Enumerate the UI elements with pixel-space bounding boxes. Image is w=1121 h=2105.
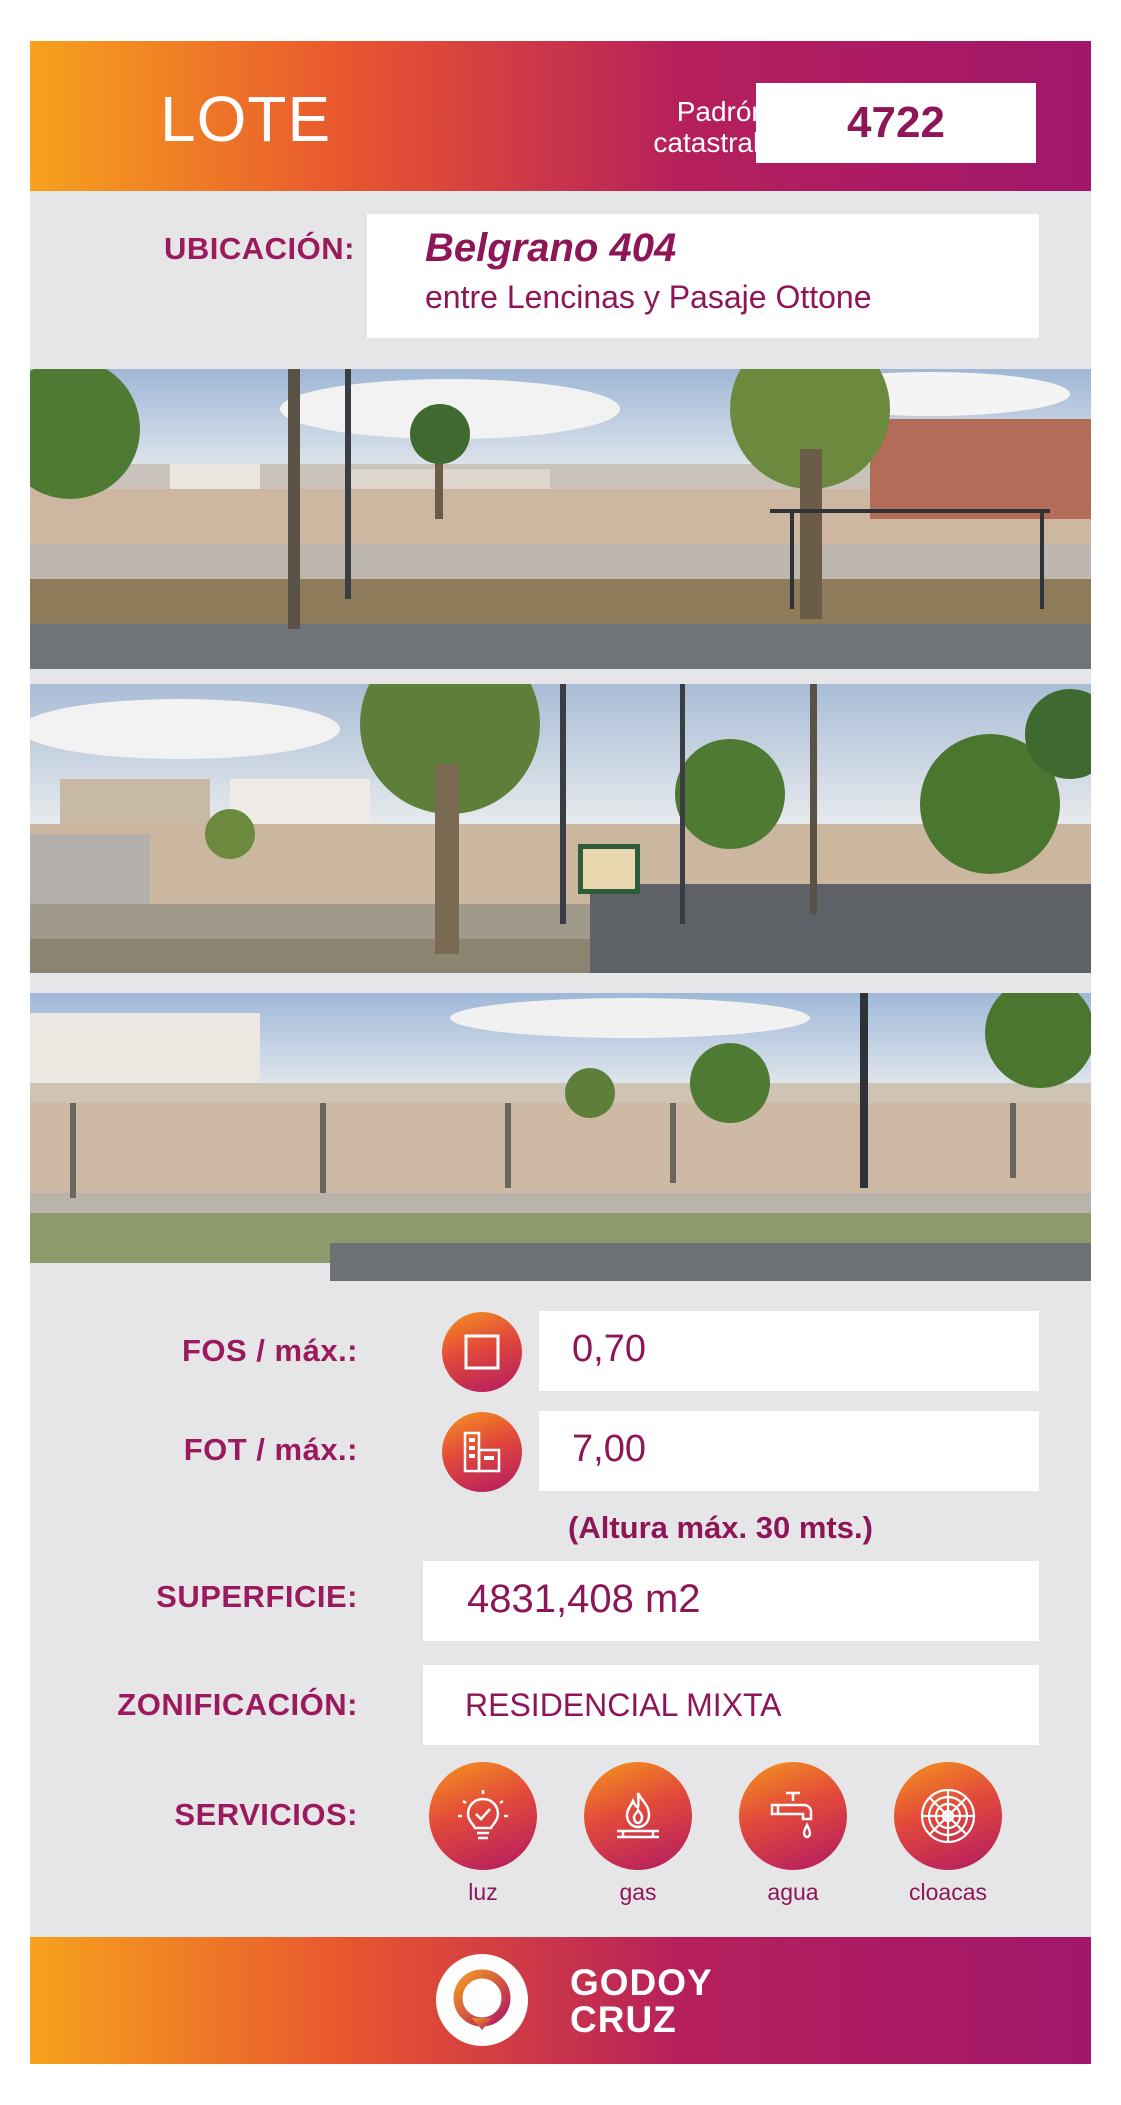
- street-view-photo-3: [30, 993, 1091, 1281]
- fos-value-box: 0,70: [539, 1311, 1039, 1391]
- footer-banner: GODOY CRUZ: [30, 1937, 1091, 2064]
- fot-height-note: (Altura máx. 30 mts.): [568, 1510, 873, 1545]
- godoy-cruz-logo: [436, 1954, 528, 2046]
- street-view-photo-2: [30, 684, 1091, 973]
- brand-name: GODOY CRUZ: [570, 1962, 713, 2040]
- service-label-cloacas: cloacas: [909, 1879, 987, 1905]
- zonificacion-label: ZONIFICACIÓN:: [117, 1687, 358, 1722]
- servicios-label: SERVICIOS:: [174, 1797, 358, 1832]
- padron-label: Padrón catastral:: [653, 96, 767, 158]
- fot-label: FOT / máx.:: [183, 1432, 358, 1467]
- ubicacion-street: Belgrano 404: [425, 226, 677, 270]
- fot-value: 7,00: [572, 1428, 646, 1470]
- service-label-gas: gas: [619, 1879, 657, 1905]
- fos-value: 0,70: [572, 1328, 646, 1370]
- street-view-photo-1: [30, 369, 1091, 669]
- service-label-luz: luz: [468, 1879, 498, 1905]
- square-icon: [442, 1312, 522, 1392]
- fot-value-box: 7,00: [539, 1411, 1039, 1491]
- zonificacion-value: RESIDENCIAL MIXTA: [465, 1687, 782, 1723]
- page-title: LOTE: [160, 83, 332, 155]
- property-card: LOTE Padrón catastral: 4722 UBICACIÓN: B…: [30, 41, 1091, 2064]
- fos-label: FOS / máx.:: [181, 1333, 358, 1368]
- lightbulb-icon: [429, 1762, 537, 1870]
- faucet-icon: [739, 1762, 847, 1870]
- superficie-value-box: 4831,408 m2: [423, 1561, 1039, 1641]
- padron-value: 4722: [847, 98, 945, 147]
- buildings-icon: [442, 1412, 522, 1492]
- ubicacion-box: Belgrano 404 entre Lencinas y Pasaje Ott…: [367, 214, 1039, 338]
- zonificacion-value-box: RESIDENCIAL MIXTA: [423, 1665, 1039, 1745]
- superficie-label: SUPERFICIE:: [156, 1579, 358, 1614]
- flame-icon: [584, 1762, 692, 1870]
- superficie-value: 4831,408 m2: [467, 1577, 701, 1621]
- header-banner: LOTE Padrón catastral: 4722: [30, 41, 1091, 191]
- service-label-agua: agua: [767, 1879, 819, 1905]
- padron-box: 4722: [756, 83, 1036, 163]
- ubicacion-label: UBICACIÓN:: [164, 231, 355, 266]
- ubicacion-between: entre Lencinas y Pasaje Ottone: [425, 279, 872, 315]
- drain-icon: [894, 1762, 1002, 1870]
